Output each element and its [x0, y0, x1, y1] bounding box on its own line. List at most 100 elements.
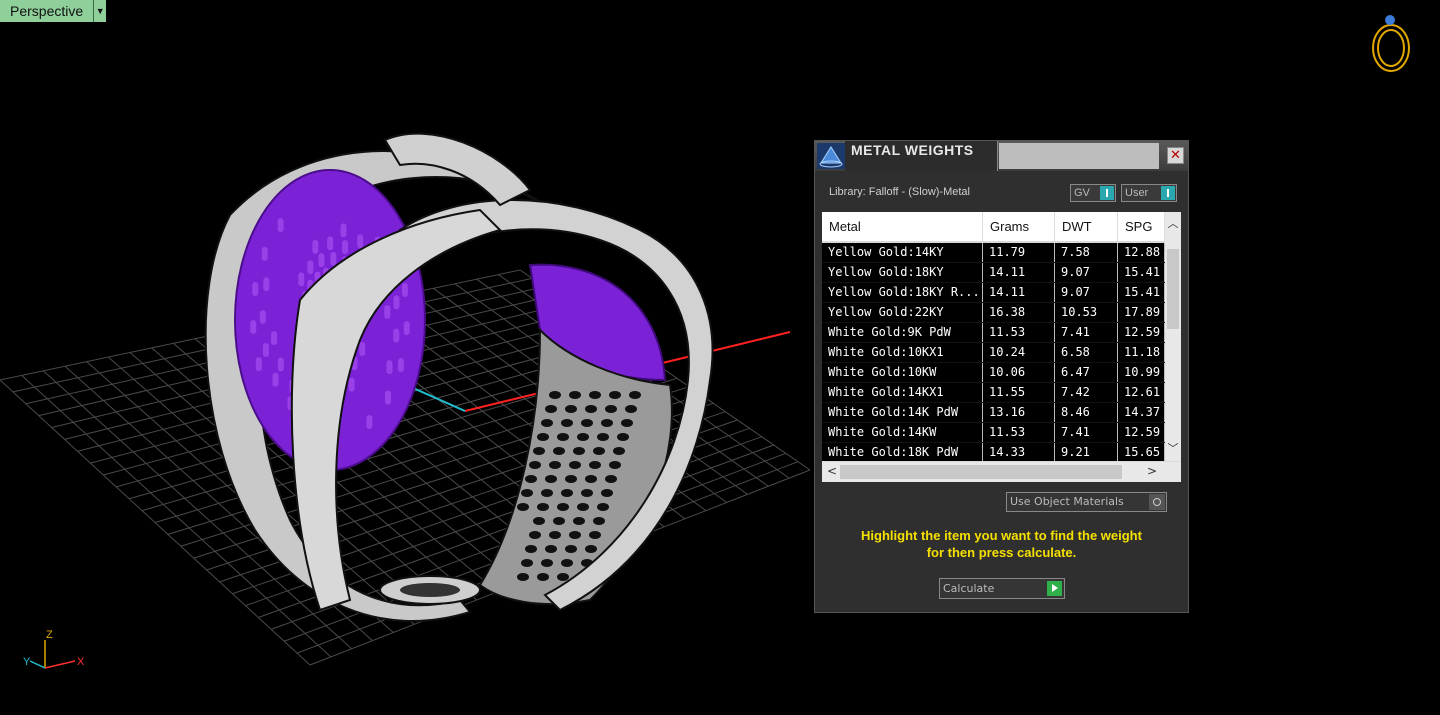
table-row[interactable]: White Gold:14K PdW 13.16 8.46 14.37 — [822, 403, 1165, 422]
filigree-hole — [545, 405, 557, 413]
gizmo-y-label: Y — [23, 656, 31, 668]
filigree-hole — [561, 419, 573, 427]
filigree-hole — [613, 447, 625, 455]
table-row[interactable]: White Gold:14KW 11.53 7.41 12.59 — [822, 423, 1165, 442]
titlebar-fill — [999, 143, 1159, 169]
table-row[interactable]: Yellow Gold:22KY 16.38 10.53 17.89 — [822, 303, 1165, 322]
viewport-name[interactable]: Perspective — [0, 0, 95, 22]
filigree-hole — [565, 475, 577, 483]
prong — [318, 253, 325, 268]
cell-spg: 15.41 — [1118, 283, 1165, 302]
filigree-hole — [545, 475, 557, 483]
filigree-hole — [553, 517, 565, 525]
cell-grams: 14.11 — [983, 263, 1055, 282]
prong — [330, 251, 337, 266]
table-row[interactable]: Yellow Gold:18KY 14.11 9.07 15.41 — [822, 263, 1165, 282]
filigree-hole — [557, 433, 569, 441]
cell-metal: Yellow Gold:18KY — [822, 263, 983, 282]
filigree-hole — [533, 517, 545, 525]
filigree-hole — [593, 517, 605, 525]
chevron-left-icon[interactable]: < — [827, 464, 837, 478]
prong — [366, 414, 373, 429]
table-row[interactable]: White Gold:10KW 10.06 6.47 10.99 — [822, 363, 1165, 382]
prong — [272, 372, 279, 387]
cell-spg: 12.59 — [1118, 423, 1165, 442]
scroll-thumb[interactable] — [840, 465, 1122, 479]
play-icon[interactable] — [1047, 581, 1062, 596]
cell-metal: Yellow Gold:22KY — [822, 303, 983, 322]
filigree-hole — [585, 475, 597, 483]
gizmo-x-label: X — [77, 656, 85, 668]
filigree-hole — [625, 405, 637, 413]
use-object-materials-label: Use Object Materials — [1010, 495, 1124, 508]
metal-weights-table[interactable]: Metal Grams DWT SPG Yellow Gold:14KY 11.7… — [822, 212, 1181, 482]
ring-nav-icon[interactable] — [1372, 15, 1410, 72]
filigree-hole — [609, 461, 621, 469]
metal-weights-app-icon — [817, 143, 845, 169]
filigree-hole — [517, 573, 529, 581]
prong — [307, 260, 314, 275]
filigree-hole — [577, 503, 589, 511]
table-row[interactable]: White Gold:14KX1 11.55 7.42 12.61 — [822, 383, 1165, 402]
filigree-hole — [597, 433, 609, 441]
filigree-hole — [525, 475, 537, 483]
3d-viewport[interactable]: Z X Y Perspective ▼ — [0, 0, 1440, 715]
column-header-spg[interactable]: SPG — [1118, 212, 1165, 241]
table-row[interactable]: White Gold:18K PdW 14.33 9.21 15.65 — [822, 443, 1165, 461]
table-row[interactable]: Yellow Gold:14KY 11.79 7.58 12.88 — [822, 243, 1165, 262]
chevron-down-icon[interactable]: ﹀ — [1165, 441, 1181, 457]
filigree-hole — [573, 447, 585, 455]
ring-model[interactable] — [204, 132, 714, 622]
prong — [385, 390, 392, 405]
use-object-materials-toggle[interactable]: Use Object Materials — [1006, 492, 1167, 512]
filigree-hole — [561, 559, 573, 567]
filigree-hole — [557, 503, 569, 511]
filigree-hole — [521, 489, 533, 497]
cell-metal: White Gold:10KX1 — [822, 343, 983, 362]
cell-dwt: 7.41 — [1055, 423, 1118, 442]
filigree-hole — [557, 573, 569, 581]
filigree-hole — [585, 405, 597, 413]
calculate-label: Calculate — [943, 582, 995, 595]
chevron-up-icon[interactable]: ︿ — [1165, 216, 1181, 232]
filigree-hole — [521, 559, 533, 567]
scroll-thumb[interactable] — [1167, 249, 1179, 329]
filigree-hole — [565, 405, 577, 413]
filigree-hole — [569, 391, 581, 399]
radio-knob-icon[interactable] — [1149, 494, 1165, 510]
prong — [298, 272, 305, 287]
prong — [312, 239, 319, 254]
chevron-right-icon[interactable]: > — [1147, 464, 1157, 478]
horizontal-scrollbar[interactable]: < > — [822, 462, 1181, 482]
close-icon[interactable]: ✕ — [1167, 147, 1184, 164]
filigree-hole — [549, 531, 561, 539]
gv-toggle[interactable]: GV — [1070, 184, 1116, 202]
filigree-hole — [529, 461, 541, 469]
user-toggle[interactable]: User — [1121, 184, 1177, 202]
table-row[interactable]: Yellow Gold:18KY R... 14.11 9.07 15.41 — [822, 283, 1165, 302]
viewport-canvas[interactable]: Z X Y — [0, 0, 1440, 715]
cell-spg: 14.37 — [1118, 403, 1165, 422]
cell-grams: 11.79 — [983, 243, 1055, 262]
prong — [397, 358, 404, 373]
filigree-hole — [565, 545, 577, 553]
toggle-switch-icon[interactable] — [1161, 186, 1175, 200]
calculate-button[interactable]: Calculate — [939, 578, 1065, 599]
column-header-metal[interactable]: Metal — [822, 212, 983, 241]
viewport-label[interactable]: Perspective ▼ — [0, 0, 107, 22]
column-header-dwt[interactable]: DWT — [1055, 212, 1118, 241]
cell-grams: 16.38 — [983, 303, 1055, 322]
vertical-scrollbar[interactable]: ︿ ﹀ — [1165, 212, 1181, 461]
filigree-hole — [577, 433, 589, 441]
table-row[interactable]: White Gold:10KX1 10.24 6.58 11.18 — [822, 343, 1165, 362]
chevron-down-icon[interactable]: ▼ — [94, 0, 106, 22]
dialog-titlebar[interactable]: METAL WEIGHTS ✕ — [815, 141, 1188, 171]
prong — [277, 218, 284, 233]
filigree-hole — [537, 433, 549, 441]
table-row[interactable]: White Gold:9K PdW 11.53 7.41 12.59 — [822, 323, 1165, 342]
cell-spg: 11.18 — [1118, 343, 1165, 362]
column-header-grams[interactable]: Grams — [983, 212, 1055, 241]
filigree-hole — [561, 489, 573, 497]
filigree-hole — [581, 419, 593, 427]
toggle-switch-icon[interactable] — [1100, 186, 1114, 200]
